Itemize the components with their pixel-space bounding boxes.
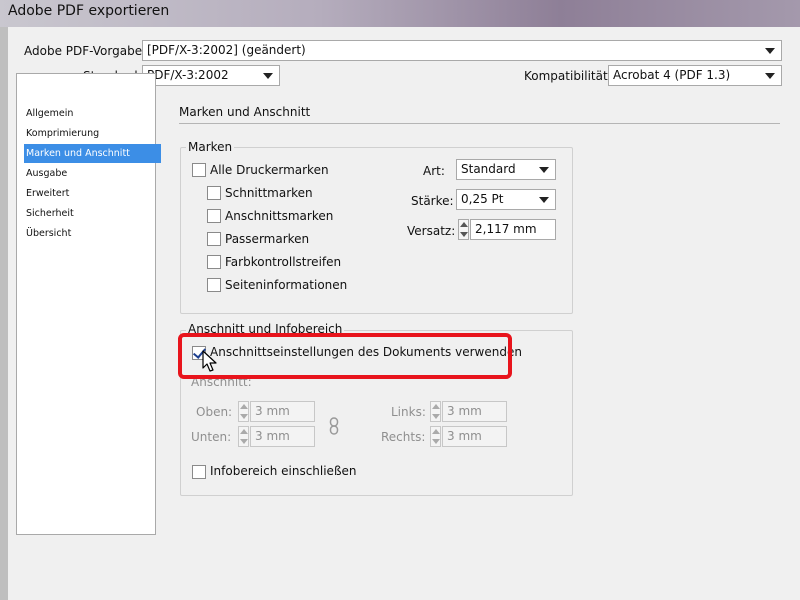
all-marks-label: Alle Druckermarken — [210, 163, 329, 177]
chevron-down-icon — [765, 73, 775, 79]
right-spinner[interactable] — [430, 426, 441, 447]
sidebar-item-allgemein[interactable]: Allgemein — [24, 104, 161, 123]
right-input[interactable]: 3 mm — [442, 426, 507, 447]
compat-label: Kompatibilität: — [524, 69, 612, 83]
spin-up-icon[interactable] — [240, 429, 248, 434]
crop-marks-checkbox[interactable] — [207, 186, 221, 200]
weight-dropdown[interactable]: 0,25 Pt — [456, 189, 556, 210]
standard-value: PDF/X-3:2002 — [147, 68, 229, 82]
page-info-checkbox[interactable] — [207, 278, 221, 292]
spin-down-icon[interactable] — [432, 439, 440, 444]
preset-label: Adobe PDF-Vorgabe: — [24, 44, 147, 58]
top-label: Oben: — [196, 405, 233, 419]
spin-up-icon[interactable] — [240, 404, 248, 409]
sidebar-item-komprimierung[interactable]: Komprimierung — [24, 124, 161, 143]
spin-up-icon[interactable] — [432, 404, 440, 409]
section-divider — [179, 123, 780, 124]
spin-down-icon[interactable] — [432, 414, 440, 419]
mouse-cursor-icon — [202, 350, 217, 372]
title-bar: Adobe PDF exportieren — [0, 0, 800, 27]
bottom-spinner[interactable] — [238, 426, 249, 447]
weight-label: Stärke: — [411, 194, 454, 208]
chevron-down-icon — [539, 197, 549, 203]
color-bars-checkbox[interactable] — [207, 255, 221, 269]
color-bars-label: Farbkontrollstreifen — [225, 255, 342, 269]
all-marks-checkbox[interactable] — [192, 163, 206, 177]
weight-value: 0,25 Pt — [461, 192, 504, 206]
bottom-label: Unten: — [191, 430, 232, 444]
sidebar-item-erweitert[interactable]: Erweitert — [24, 184, 161, 203]
bottom-input[interactable]: 3 mm — [250, 426, 315, 447]
standard-dropdown[interactable]: PDF/X-3:2002 — [142, 65, 280, 86]
compat-dropdown[interactable]: Acrobat 4 (PDF 1.3) — [608, 65, 782, 86]
left-spinner[interactable] — [430, 401, 441, 422]
preset-value: [PDF/X-3:2002] (geändert) — [147, 43, 306, 57]
type-label: Art: — [423, 164, 445, 178]
include-slug-checkbox[interactable] — [192, 465, 206, 479]
registration-marks-checkbox[interactable] — [207, 232, 221, 246]
window-title: Adobe PDF exportieren — [8, 3, 170, 19]
preset-dropdown[interactable]: [PDF/X-3:2002] (geändert) — [142, 40, 782, 61]
sidebar-item-marken-und-anschnitt[interactable]: Marken und Anschnitt — [24, 144, 161, 163]
bleed-marks-label: Anschnittsmarken — [225, 209, 334, 223]
spin-up-icon[interactable] — [460, 222, 468, 227]
chevron-down-icon — [765, 48, 775, 54]
offset-label: Versatz: — [407, 224, 456, 238]
chain-link-icon[interactable] — [329, 417, 339, 435]
compat-value: Acrobat 4 (PDF 1.3) — [613, 68, 731, 82]
crop-marks-label: Schnittmarken — [225, 186, 313, 200]
spin-down-icon[interactable] — [240, 439, 248, 444]
type-value: Standard — [461, 162, 516, 176]
spin-up-icon[interactable] — [432, 429, 440, 434]
registration-marks-label: Passermarken — [225, 232, 310, 246]
section-title: Marken und Anschnitt — [179, 105, 311, 119]
spin-down-icon[interactable] — [240, 414, 248, 419]
sidebar-item-uebersicht[interactable]: Übersicht — [24, 224, 161, 243]
offset-spinner[interactable] — [458, 219, 469, 240]
right-label: Rechts: — [381, 430, 426, 444]
sidebar-item-sicherheit[interactable]: Sicherheit — [24, 204, 161, 223]
top-input[interactable]: 3 mm — [250, 401, 315, 422]
chevron-down-icon — [539, 167, 549, 173]
sidebar-item-ausgabe[interactable]: Ausgabe — [24, 164, 161, 183]
spin-down-icon[interactable] — [460, 232, 468, 237]
marks-group-title: Marken — [186, 140, 235, 154]
chevron-down-icon — [263, 73, 273, 79]
page-info-label: Seiteninformationen — [225, 278, 348, 292]
type-dropdown[interactable]: Standard — [456, 159, 556, 180]
bleed-marks-checkbox[interactable] — [207, 209, 221, 223]
highlight-annotation — [178, 333, 512, 379]
left-input[interactable]: 3 mm — [442, 401, 507, 422]
offset-input[interactable]: 2,117 mm — [470, 219, 556, 240]
top-spinner[interactable] — [238, 401, 249, 422]
left-label: Links: — [391, 405, 426, 419]
include-slug-label: Infobereich einschließen — [210, 464, 357, 478]
